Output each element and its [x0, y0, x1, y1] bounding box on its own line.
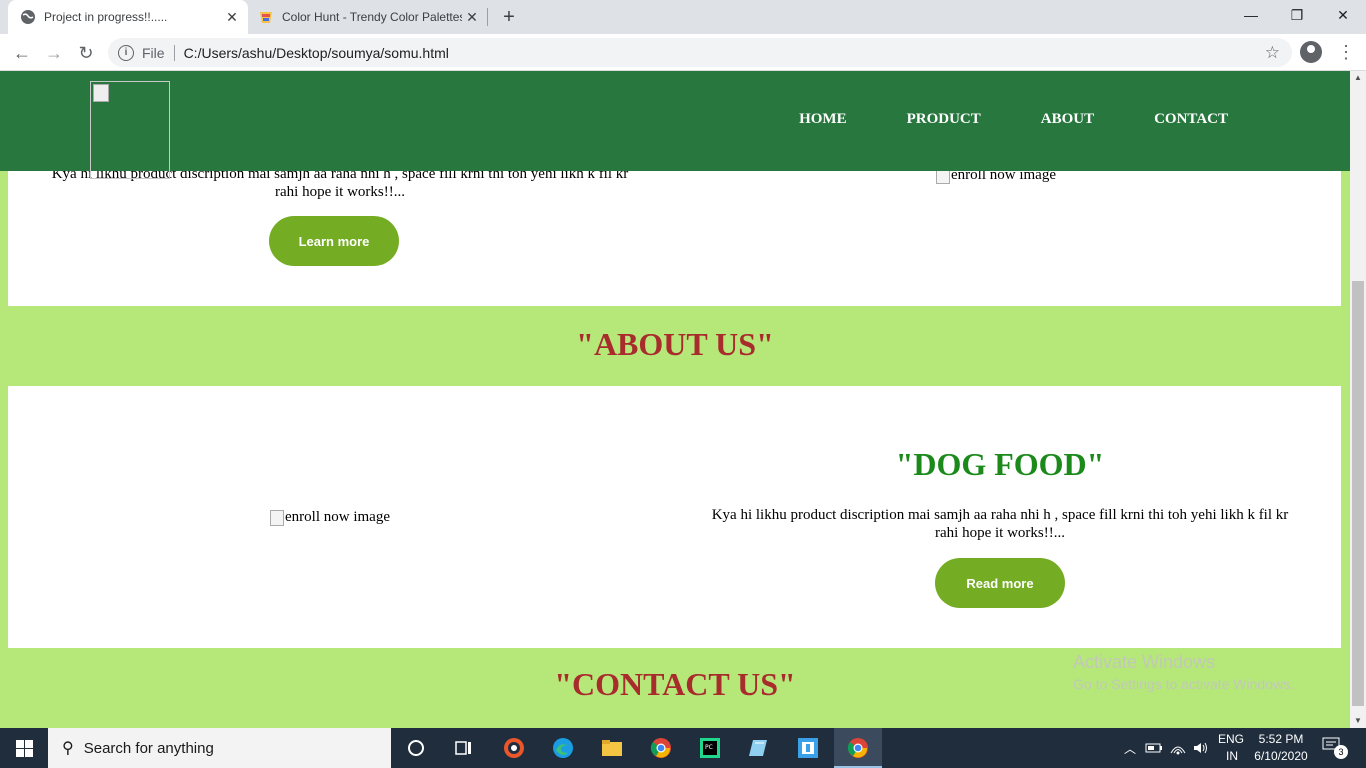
- read-more-button[interactable]: Read more: [935, 558, 1065, 608]
- page-viewport: Kya hi likhu product discription mai sam…: [0, 71, 1350, 728]
- watermark-subtitle: Go to Settings to activate Windows.: [1073, 676, 1294, 692]
- activate-windows-watermark: Activate Windows Go to Settings to activ…: [1073, 652, 1294, 692]
- search-placeholder: Search for anything: [83, 739, 214, 757]
- url-text[interactable]: C:/Users/ashu/Desktop/soumya/somu.html: [184, 45, 449, 61]
- about-us-heading: "ABOUT US": [576, 326, 774, 362]
- edge-icon[interactable]: [551, 736, 575, 760]
- tab-strip: Project in progress!!..... ✕ Color Hunt …: [0, 0, 1366, 34]
- nav-links: HOME PRODUCT ABOUT CONTACT: [799, 111, 1228, 128]
- chrome-icon[interactable]: [846, 736, 870, 760]
- browser-menu-icon[interactable]: ⋮: [1336, 40, 1356, 64]
- nav-contact[interactable]: CONTACT: [1154, 111, 1228, 128]
- volume-icon[interactable]: [1189, 736, 1213, 760]
- wifi-icon[interactable]: [1166, 736, 1190, 760]
- svg-text:PC: PC: [705, 744, 713, 751]
- product-description: Kya hi likhu product discription mai sam…: [711, 507, 1289, 541]
- nav-home[interactable]: HOME: [799, 111, 847, 128]
- learn-more-button[interactable]: Learn more: [269, 216, 399, 266]
- tab-divider: [487, 8, 488, 26]
- notification-count: 3: [1334, 745, 1348, 759]
- scroll-down-arrow-icon[interactable]: ▼: [1350, 714, 1366, 728]
- search-icon: ⚲: [62, 740, 74, 757]
- site-navbar: HOME PRODUCT ABOUT CONTACT: [0, 71, 1350, 179]
- watermark-title: Activate Windows: [1073, 652, 1216, 672]
- bookmark-star-icon[interactable]: ☆: [1265, 43, 1280, 63]
- task-view-icon[interactable]: [452, 736, 476, 760]
- forward-button[interactable]: →: [40, 39, 68, 67]
- address-bar[interactable]: i File C:/Users/ashu/Desktop/soumya/somu…: [108, 38, 1292, 67]
- lang-region: IN: [1226, 749, 1238, 763]
- tab-title: Project in progress!!.....: [44, 10, 168, 24]
- address-divider: [173, 44, 175, 61]
- new-tab-button[interactable]: +: [498, 6, 520, 28]
- maximize-button[interactable]: ❐: [1274, 0, 1320, 30]
- pycharm-icon[interactable]: PC: [698, 736, 722, 760]
- lang-code: ENG: [1218, 732, 1245, 746]
- color-hunt-icon: [258, 9, 274, 25]
- input-language[interactable]: ENG IN: [1218, 731, 1244, 765]
- windows-taskbar: ⚲ Search for anything PC ︿ ENG IN 5:52 P…: [0, 728, 1366, 768]
- file-explorer-icon[interactable]: [600, 736, 624, 760]
- tab-project[interactable]: Project in progress!!..... ✕: [8, 0, 248, 34]
- browser-toolbar: ← → ↻ i File C:/Users/ashu/Desktop/soumy…: [0, 34, 1366, 71]
- scrollbar-thumb[interactable]: [1352, 281, 1364, 706]
- back-button[interactable]: ←: [8, 39, 36, 67]
- tab-title: Color Hunt - Trendy Color Palettes: [282, 10, 462, 24]
- action-center-icon[interactable]: 3: [1322, 737, 1348, 759]
- clock-date: 6/10/2020: [1254, 749, 1308, 763]
- close-tab-icon[interactable]: ✕: [462, 7, 482, 27]
- tab-color-hunt[interactable]: Color Hunt - Trendy Color Palettes ✕: [250, 0, 488, 34]
- chrome-icon[interactable]: [649, 736, 673, 760]
- nav-product[interactable]: PRODUCT: [907, 111, 981, 128]
- clock-time: 5:52 PM: [1258, 732, 1304, 746]
- scroll-up-arrow-icon[interactable]: ▲: [1350, 71, 1366, 85]
- start-button[interactable]: [0, 728, 48, 768]
- taskbar-search[interactable]: ⚲ Search for anything: [48, 728, 391, 768]
- nav-about[interactable]: ABOUT: [1041, 111, 1094, 128]
- info-icon[interactable]: i: [118, 44, 134, 61]
- close-tab-icon[interactable]: ✕: [222, 7, 242, 27]
- logo-image[interactable]: [90, 81, 170, 179]
- windows-logo-icon: [15, 739, 33, 757]
- reload-button[interactable]: ↻: [72, 39, 100, 67]
- show-hidden-icons-icon[interactable]: ︿: [1118, 736, 1142, 760]
- app-icon[interactable]: [796, 736, 820, 760]
- taskbar-clock[interactable]: 5:52 PM 6/10/2020: [1252, 731, 1310, 765]
- dog-food-title: "DOG FOOD": [895, 446, 1105, 482]
- profile-avatar-icon[interactable]: [1300, 41, 1322, 63]
- media-player-icon[interactable]: [502, 736, 526, 760]
- notepad-icon[interactable]: [747, 736, 771, 760]
- scheme-label: File: [142, 44, 165, 61]
- battery-icon[interactable]: [1142, 736, 1166, 760]
- product-card-2: enroll now image "DOG FOOD" Kya hi likhu…: [8, 386, 1341, 648]
- minimize-button[interactable]: —: [1228, 0, 1274, 30]
- page-scrollbar[interactable]: ▲ ▼: [1350, 71, 1366, 728]
- enroll-image: enroll now image: [270, 509, 390, 526]
- cortana-icon[interactable]: [404, 736, 428, 760]
- close-window-button[interactable]: ✕: [1320, 0, 1366, 30]
- globe-icon: [20, 9, 36, 25]
- enroll-image-alt: enroll now image: [285, 509, 390, 525]
